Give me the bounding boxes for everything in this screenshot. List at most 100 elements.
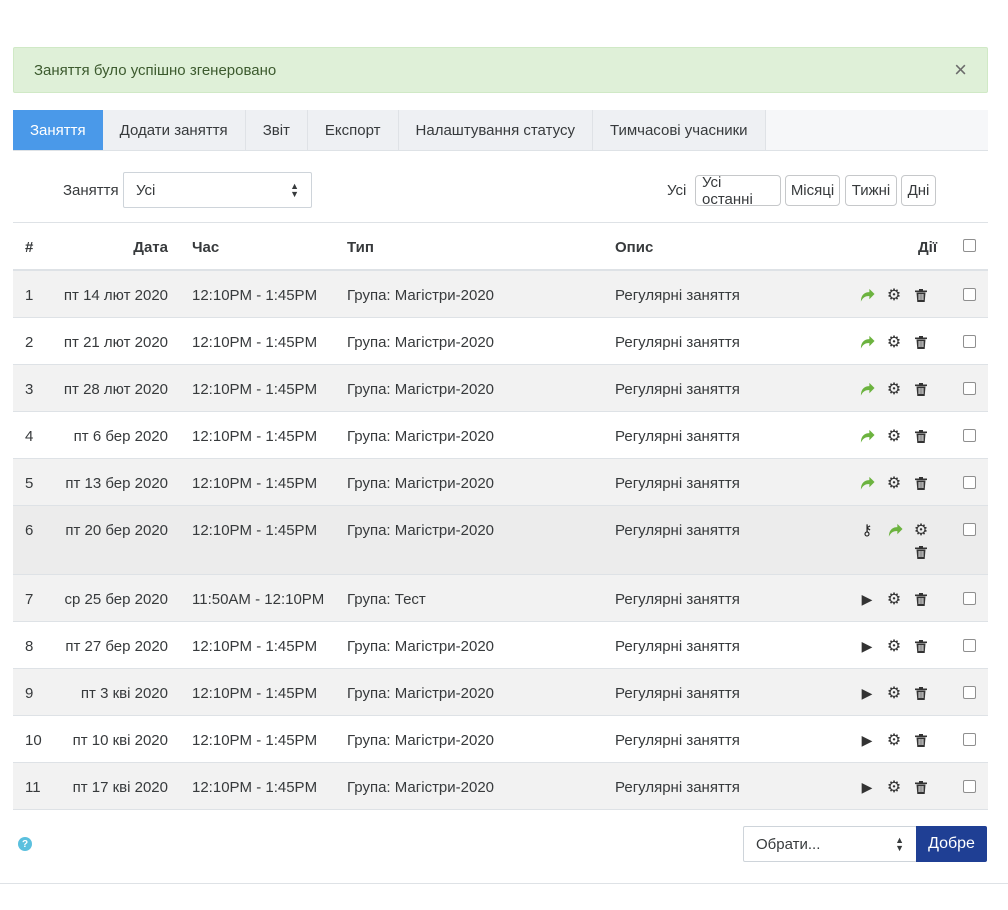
session-time: 12:10PM - 1:45PM bbox=[192, 287, 318, 304]
session-date: пт 10 кві 2020 bbox=[72, 732, 168, 749]
trash-icon[interactable] bbox=[913, 544, 929, 560]
trash-icon[interactable] bbox=[913, 591, 929, 607]
session-filter-select[interactable]: Усі ▲ ▼ bbox=[123, 172, 312, 208]
row-checkbox[interactable] bbox=[963, 476, 976, 489]
trash-icon[interactable] bbox=[913, 732, 929, 748]
row-checkbox[interactable] bbox=[963, 592, 976, 605]
row-number: 10 bbox=[25, 732, 42, 749]
session-time: 12:10PM - 1:45PM bbox=[192, 732, 318, 749]
go-icon[interactable] bbox=[859, 475, 875, 491]
tab-export[interactable]: Експорт bbox=[307, 110, 399, 150]
question-circle-icon[interactable]: ? bbox=[18, 837, 32, 851]
success-alert: Заняття було успішно згенеровано × bbox=[13, 47, 988, 93]
view-all-label[interactable]: Усі bbox=[667, 182, 686, 199]
session-time: 11:50AM - 12:10PM bbox=[192, 591, 325, 608]
gear-icon[interactable]: ⚙ bbox=[886, 381, 902, 398]
session-type: Група: Магістри-2020 bbox=[347, 428, 495, 445]
gear-icon[interactable]: ⚙ bbox=[886, 779, 902, 796]
play-icon[interactable]: ▶ bbox=[859, 591, 875, 607]
play-icon[interactable]: ▶ bbox=[859, 638, 875, 654]
select-arrows-icon: ▲ ▼ bbox=[290, 181, 299, 199]
gear-icon[interactable]: ⚙ bbox=[886, 732, 902, 749]
session-time: 12:10PM - 1:45PM bbox=[192, 779, 318, 796]
row-checkbox[interactable] bbox=[963, 335, 976, 348]
tab-add-session[interactable]: Додати заняття bbox=[102, 110, 246, 150]
gear-icon[interactable]: ⚙ bbox=[886, 685, 902, 702]
trash-icon[interactable] bbox=[913, 475, 929, 491]
tab-status-settings[interactable]: Налаштування статусу bbox=[398, 110, 593, 150]
session-time: 12:10PM - 1:45PM bbox=[192, 334, 318, 351]
select-all-checkbox[interactable] bbox=[963, 239, 976, 252]
tab-label: Тимчасові учасники bbox=[609, 121, 748, 139]
row-number: 2 bbox=[25, 334, 34, 351]
button-label: Дні bbox=[907, 182, 930, 199]
gear-icon[interactable]: ⚙ bbox=[886, 428, 902, 445]
go-icon[interactable] bbox=[859, 287, 875, 303]
row-checkbox[interactable] bbox=[963, 429, 976, 442]
trash-icon[interactable] bbox=[913, 428, 929, 444]
row-number: 4 bbox=[25, 428, 34, 445]
row-number: 11 bbox=[25, 779, 41, 796]
session-type: Група: Магістри-2020 bbox=[347, 685, 495, 702]
play-icon[interactable]: ▶ bbox=[859, 732, 875, 748]
trash-icon[interactable] bbox=[913, 287, 929, 303]
session-type: Група: Магістри-2020 bbox=[347, 381, 495, 398]
session-date: пт 17 кві 2020 bbox=[72, 779, 168, 796]
row-number: 3 bbox=[25, 381, 34, 398]
gear-icon[interactable]: ⚙ bbox=[913, 522, 929, 539]
table-body: 1 пт 14 лют 2020 12:10PM - 1:45PM Група: Ма… bbox=[13, 271, 988, 810]
gear-icon[interactable]: ⚙ bbox=[886, 638, 902, 655]
header-date: Дата bbox=[133, 239, 168, 256]
header-actions: Дії bbox=[918, 239, 938, 256]
session-description: Регулярні заняття bbox=[615, 287, 740, 304]
tab-label: Налаштування статусу bbox=[415, 121, 575, 139]
view-weeks-button[interactable]: Тижні bbox=[845, 175, 897, 206]
gear-icon[interactable]: ⚙ bbox=[886, 591, 902, 608]
row-checkbox[interactable] bbox=[963, 382, 976, 395]
tab-report[interactable]: Звіт bbox=[245, 110, 308, 150]
row-checkbox[interactable] bbox=[963, 780, 976, 793]
trash-icon[interactable] bbox=[913, 334, 929, 350]
table-row: 11 пт 17 кві 2020 12:10PM - 1:45PM Група: М… bbox=[13, 763, 988, 810]
key-icon[interactable]: ⚷ bbox=[859, 522, 875, 539]
trash-icon[interactable] bbox=[913, 779, 929, 795]
session-date: пт 27 бер 2020 bbox=[65, 638, 168, 655]
row-checkbox[interactable] bbox=[963, 686, 976, 699]
row-checkbox[interactable] bbox=[963, 523, 976, 536]
session-description: Регулярні заняття bbox=[615, 638, 740, 655]
session-date: ср 25 бер 2020 bbox=[64, 591, 168, 608]
play-icon[interactable]: ▶ bbox=[859, 685, 875, 701]
go-icon[interactable] bbox=[859, 334, 875, 350]
view-months-button[interactable]: Місяці bbox=[785, 175, 840, 206]
table-row: 4 пт 6 бер 2020 12:10PM - 1:45PM Група: Маг… bbox=[13, 412, 988, 459]
play-icon[interactable]: ▶ bbox=[859, 779, 875, 795]
trash-icon[interactable] bbox=[913, 381, 929, 397]
gear-icon[interactable]: ⚙ bbox=[886, 334, 902, 351]
tab-temp-users[interactable]: Тимчасові учасники bbox=[592, 110, 766, 150]
bulk-action-select[interactable]: Обрати... ▲ ▼ bbox=[743, 826, 917, 862]
view-days-button[interactable]: Дні bbox=[901, 175, 936, 206]
go-icon[interactable] bbox=[887, 522, 903, 538]
row-checkbox[interactable] bbox=[963, 639, 976, 652]
select-value: Обрати... bbox=[756, 835, 821, 853]
trash-icon[interactable] bbox=[913, 638, 929, 654]
row-checkbox[interactable] bbox=[963, 288, 976, 301]
view-all-recent-button[interactable]: Усі останні bbox=[695, 173, 781, 208]
gear-icon[interactable]: ⚙ bbox=[886, 475, 902, 492]
trash-icon[interactable] bbox=[913, 685, 929, 701]
session-date: пт 6 бер 2020 bbox=[73, 428, 168, 445]
row-number: 6 bbox=[25, 522, 34, 539]
submit-button[interactable]: Добре bbox=[916, 826, 987, 862]
table-row: 8 пт 27 бер 2020 12:10PM - 1:45PM Група: Ма… bbox=[13, 622, 988, 669]
gear-icon[interactable]: ⚙ bbox=[886, 287, 902, 304]
button-label: Тижні bbox=[851, 182, 891, 199]
go-icon[interactable] bbox=[859, 428, 875, 444]
row-checkbox[interactable] bbox=[963, 733, 976, 746]
table-row: 2 пт 21 лют 2020 12:10PM - 1:45PM Група: Ма… bbox=[13, 318, 988, 365]
session-time: 12:10PM - 1:45PM bbox=[192, 475, 318, 492]
go-icon[interactable] bbox=[859, 381, 875, 397]
tab-sessions[interactable]: Заняття bbox=[13, 110, 103, 150]
button-label: Усі останні bbox=[702, 173, 753, 208]
tab-label: Експорт bbox=[324, 121, 381, 139]
close-icon[interactable]: × bbox=[954, 59, 967, 81]
